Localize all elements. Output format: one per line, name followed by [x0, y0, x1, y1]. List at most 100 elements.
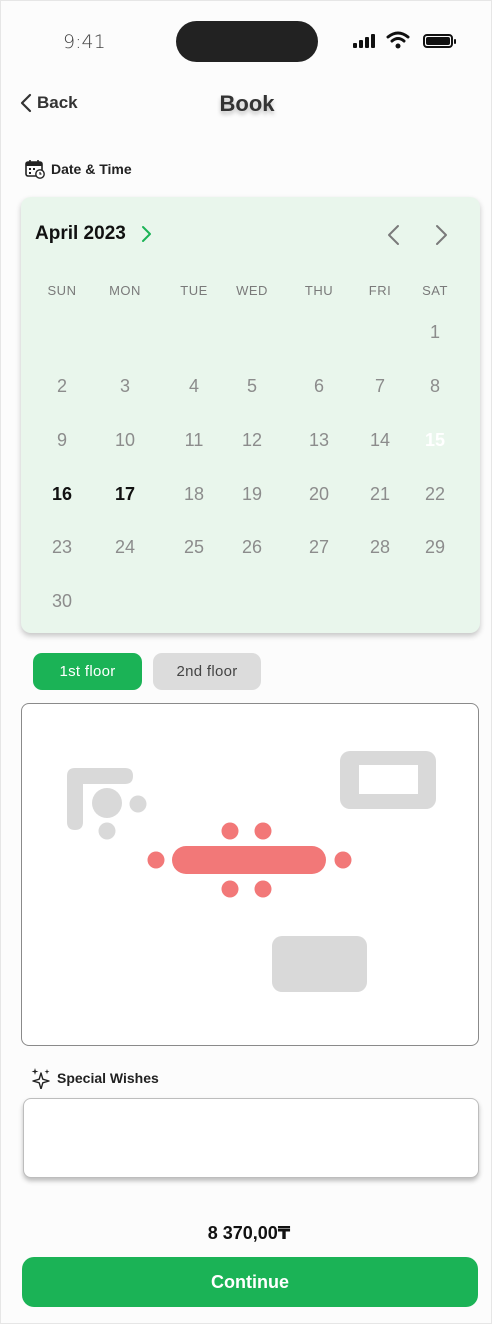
lounge-seat — [98, 822, 116, 840]
calendar-day-number: 21 — [369, 484, 391, 504]
calendar-day[interactable]: 18 — [177, 479, 211, 509]
calendar-day[interactable]: 13 — [302, 425, 336, 455]
sparkles-icon — [31, 1068, 50, 1089]
continue-button[interactable]: Continue — [22, 1257, 478, 1307]
calendar-day[interactable]: 17 — [108, 479, 142, 509]
weekday-label: SUN — [47, 283, 77, 298]
selected-table-seat — [221, 880, 239, 898]
weekday-label: TUE — [180, 283, 208, 298]
selected-table-seat — [254, 822, 272, 840]
calendar-day[interactable]: 23 — [45, 532, 79, 562]
calendar-day-number: 4 — [188, 376, 199, 396]
calendar-day-number: 28 — [369, 537, 391, 557]
calendar-day-number: 26 — [241, 537, 263, 557]
table-bottom[interactable] — [272, 936, 367, 992]
chevron-left-icon — [388, 225, 399, 245]
calendar-day[interactable]: 29 — [418, 532, 452, 562]
weekday-label: WED — [236, 283, 268, 298]
calendar-day-number: 18 — [183, 484, 205, 504]
calendar-day-number: 13 — [308, 430, 330, 450]
weekday-label: FRI — [368, 283, 392, 298]
page-title: Book — [219, 91, 275, 116]
calendar-day-number: 10 — [114, 430, 136, 450]
calendar-day[interactable]: 5 — [235, 371, 269, 401]
floor-plan-canvas — [67, 751, 436, 992]
calendar-day-number: 27 — [308, 537, 330, 557]
calendar-day[interactable]: 1 — [418, 317, 452, 347]
selected-table[interactable] — [172, 846, 326, 874]
weekday-label: THU — [304, 283, 334, 298]
calendar-day-number: 29 — [424, 537, 446, 557]
calendar-day[interactable]: 10 — [108, 425, 142, 455]
calendar-day[interactable]: 24 — [108, 532, 142, 562]
calendar-day[interactable]: 19 — [235, 479, 269, 509]
month-selector[interactable]: April 2023 — [35, 223, 152, 245]
calendar-day-number: 15 — [424, 430, 446, 450]
calendar-day-number: 22 — [424, 484, 446, 504]
calendar-day[interactable]: 27 — [302, 532, 336, 562]
calendar-day-number: 19 — [241, 484, 263, 504]
calendar-day-number: 9 — [56, 430, 67, 450]
dynamic-island — [176, 21, 318, 62]
selected-table-seat — [147, 851, 165, 869]
calendar-day-number: 5 — [246, 376, 257, 396]
selected-table-seat — [334, 851, 352, 869]
first-floor-tab[interactable]: 1st floor — [33, 653, 142, 690]
calendar-day-number: 16 — [51, 484, 73, 504]
calendar-day[interactable]: 7 — [363, 371, 397, 401]
calendar-day[interactable]: 11 — [177, 425, 211, 455]
calendar-clock-icon — [25, 160, 45, 179]
calendar-day-selected[interactable]: 15 — [418, 425, 452, 455]
floor-plan — [21, 703, 479, 1046]
total-price: 8 370,00₸ — [207, 1223, 291, 1243]
calendar-day-number: 12 — [241, 430, 263, 450]
calendar-day[interactable]: 2 — [45, 371, 79, 401]
calendar-day[interactable]: 21 — [363, 479, 397, 509]
battery-icon — [423, 34, 456, 48]
calendar-day-number: 2 — [56, 376, 67, 396]
date-time-section-label: Date & Time — [25, 159, 132, 179]
selected-table-seat — [254, 880, 272, 898]
status-time: 9:41 — [63, 31, 106, 53]
calendar-day[interactable]: 28 — [363, 532, 397, 562]
calendar-day-number: 17 — [114, 484, 136, 504]
calendar-day[interactable]: 30 — [45, 586, 79, 616]
second-floor-tab[interactable]: 2nd floor — [153, 653, 261, 690]
calendar-day[interactable]: 14 — [363, 425, 397, 455]
calendar-day-number: 14 — [369, 430, 391, 450]
next-month-button[interactable] — [428, 221, 456, 249]
calendar-day[interactable]: 20 — [302, 479, 336, 509]
calendar-day-number: 20 — [308, 484, 330, 504]
calendar-day[interactable]: 26 — [235, 532, 269, 562]
calendar-day[interactable]: 12 — [235, 425, 269, 455]
calendar-day[interactable]: 22 — [418, 479, 452, 509]
signal-icon — [353, 34, 379, 48]
calendar-day-number: 6 — [313, 376, 324, 396]
calendar-day-number: 7 — [374, 376, 385, 396]
special-wishes-label: Special Wishes — [57, 1070, 159, 1086]
calendar-day-number: 25 — [183, 537, 205, 557]
calendar-day-number: 1 — [429, 322, 440, 342]
special-wishes-input[interactable] — [23, 1098, 479, 1178]
calendar-day-number: 11 — [184, 430, 204, 450]
calendar-day-number: 24 — [114, 537, 136, 557]
calendar-day-number: 8 — [429, 376, 440, 396]
calendar-day[interactable]: 25 — [177, 532, 211, 562]
calendar-day-number: 3 — [119, 376, 130, 396]
calendar-day[interactable]: 6 — [302, 371, 336, 401]
calendar-day-number: 30 — [51, 591, 73, 611]
wifi-icon — [386, 31, 410, 49]
phone-screen: 9:41 Back Book Date & Time April 2023 SU… — [0, 0, 492, 1324]
calendar: April 2023 SUN MON TUE WED THU FRI SAT 1234567… — [21, 197, 480, 633]
special-wishes-section-label: Special Wishes — [31, 1067, 159, 1089]
month-label: April 2023 — [35, 223, 126, 244]
calendar-day[interactable]: 4 — [177, 371, 211, 401]
calendar-day[interactable]: 9 — [45, 425, 79, 455]
table-top-right-inner — [359, 765, 418, 794]
chevron-right-icon — [141, 226, 151, 242]
calendar-day[interactable]: 8 — [418, 371, 452, 401]
previous-month-button[interactable] — [379, 221, 407, 249]
weekday-label: SAT — [422, 283, 448, 298]
calendar-day[interactable]: 3 — [108, 371, 142, 401]
calendar-day[interactable]: 16 — [45, 479, 79, 509]
